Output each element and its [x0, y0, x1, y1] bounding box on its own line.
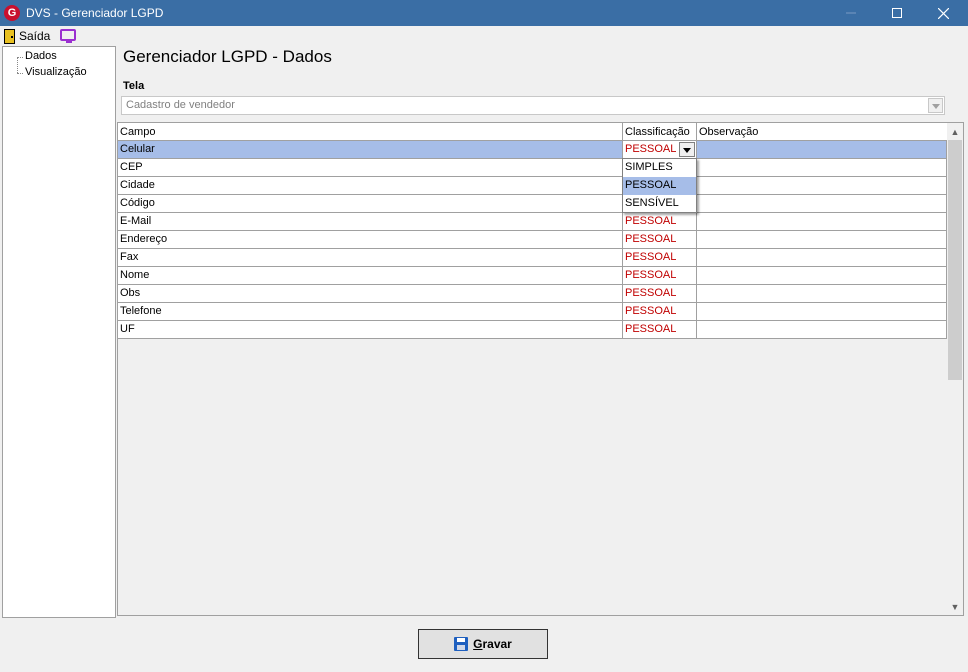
save-button[interactable]: Gravar: [418, 629, 548, 659]
classification-editor-value: PESSOAL: [625, 143, 677, 155]
grid-header: Campo Classificação Observação: [118, 123, 947, 141]
cell-observacao[interactable]: [697, 321, 947, 338]
cell-observacao[interactable]: [697, 213, 947, 230]
maximize-icon: [892, 8, 902, 18]
cell-classificacao[interactable]: PESSOAL: [623, 285, 697, 302]
floppy-disk-icon: [454, 637, 469, 651]
table-row[interactable]: Obs PESSOAL: [118, 285, 947, 303]
scroll-down-icon[interactable]: ▼: [947, 598, 963, 615]
app-logo-icon: G: [4, 5, 20, 21]
cell-campo[interactable]: E-Mail: [118, 213, 623, 230]
screen-label: Tela: [123, 80, 145, 92]
table-row[interactable]: Fax PESSOAL: [118, 249, 947, 267]
table-row[interactable]: E-Mail PESSOAL: [118, 213, 947, 231]
cell-classificacao[interactable]: PESSOAL: [623, 249, 697, 266]
sidebar-tree: Dados Visualização: [2, 46, 116, 618]
dropdown-option-simples[interactable]: SIMPLES: [623, 159, 696, 177]
cell-campo[interactable]: Endereço: [118, 231, 623, 248]
save-button-label: Gravar: [473, 637, 512, 651]
minimize-button[interactable]: [828, 0, 874, 26]
screen-select[interactable]: Cadastro de vendedor: [121, 96, 945, 115]
table-row[interactable]: Código: [118, 195, 947, 213]
table-row[interactable]: Cidade: [118, 177, 947, 195]
cell-observacao[interactable]: [697, 267, 947, 284]
column-header-campo[interactable]: Campo: [118, 123, 623, 141]
close-button[interactable]: [920, 0, 966, 26]
table-row[interactable]: CEP: [118, 159, 947, 177]
classification-editor[interactable]: PESSOAL: [623, 141, 697, 158]
cell-campo[interactable]: Código: [118, 195, 623, 212]
door-exit-icon: [4, 28, 15, 44]
cell-observacao[interactable]: [697, 195, 947, 212]
cell-classificacao[interactable]: PESSOAL: [623, 321, 697, 338]
fields-grid: Campo Classificação Observação Celular P…: [117, 122, 964, 616]
vertical-scrollbar[interactable]: ▲ ▼: [947, 123, 963, 615]
screen-select-value: Cadastro de vendedor: [126, 99, 235, 111]
cell-campo[interactable]: Obs: [118, 285, 623, 302]
page-title: Gerenciador LGPD - Dados: [123, 47, 332, 66]
close-icon: [937, 7, 949, 19]
monitor-icon[interactable]: [60, 29, 76, 43]
exit-button[interactable]: Saída: [4, 27, 50, 45]
scroll-up-icon[interactable]: ▲: [947, 123, 963, 140]
exit-label: Saída: [19, 29, 51, 43]
cell-observacao[interactable]: [697, 177, 947, 194]
cell-campo[interactable]: UF: [118, 321, 623, 338]
toolbar: Saída: [0, 26, 968, 46]
scroll-thumb[interactable]: [948, 140, 962, 380]
cell-campo[interactable]: Celular: [118, 141, 623, 158]
cell-campo[interactable]: Cidade: [118, 177, 623, 194]
sidebar-item-dados[interactable]: Dados: [25, 50, 57, 62]
grid-rows: Celular PESSOAL CEP Cidade Código E-Mail…: [118, 141, 947, 339]
cell-classificacao[interactable]: PESSOAL: [623, 267, 697, 284]
tree-connector: [17, 73, 23, 74]
title-bar: G DVS - Gerenciador LGPD: [0, 0, 968, 26]
cell-observacao[interactable]: [697, 141, 947, 158]
cell-observacao[interactable]: [697, 159, 947, 176]
cell-classificacao[interactable]: PESSOAL: [623, 213, 697, 230]
column-header-observacao[interactable]: Observação: [697, 123, 947, 141]
cell-observacao[interactable]: [697, 249, 947, 266]
classification-dropdown: SIMPLES PESSOAL SENSÍVEL: [622, 158, 697, 213]
cell-observacao[interactable]: [697, 231, 947, 248]
chevron-down-icon[interactable]: [679, 142, 695, 157]
cell-classificacao[interactable]: PESSOAL: [623, 303, 697, 320]
column-header-classificacao[interactable]: Classificação: [623, 123, 697, 141]
table-row[interactable]: Endereço PESSOAL: [118, 231, 947, 249]
table-row[interactable]: Celular PESSOAL: [118, 141, 947, 159]
dropdown-option-sensivel[interactable]: SENSÍVEL: [623, 195, 696, 213]
chevron-down-icon[interactable]: [928, 98, 943, 113]
tree-connector: [17, 57, 23, 58]
cell-observacao[interactable]: [697, 303, 947, 320]
cell-classificacao[interactable]: PESSOAL: [623, 231, 697, 248]
minimize-icon: [846, 12, 856, 14]
window-title: DVS - Gerenciador LGPD: [26, 6, 164, 20]
cell-campo[interactable]: CEP: [118, 159, 623, 176]
maximize-button[interactable]: [874, 0, 920, 26]
table-row[interactable]: UF PESSOAL: [118, 321, 947, 339]
cell-campo[interactable]: Fax: [118, 249, 623, 266]
table-row[interactable]: Telefone PESSOAL: [118, 303, 947, 321]
cell-observacao[interactable]: [697, 285, 947, 302]
cell-campo[interactable]: Telefone: [118, 303, 623, 320]
table-row[interactable]: Nome PESSOAL: [118, 267, 947, 285]
tree-connector: [17, 57, 18, 73]
cell-campo[interactable]: Nome: [118, 267, 623, 284]
dropdown-option-pessoal[interactable]: PESSOAL: [623, 177, 696, 195]
sidebar-item-visualizacao[interactable]: Visualização: [25, 66, 87, 78]
